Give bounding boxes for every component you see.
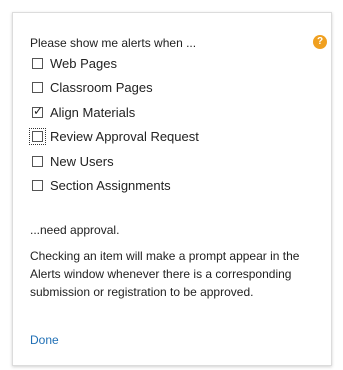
review-approval-request-checkbox[interactable] xyxy=(29,127,46,145)
done-link[interactable]: Done xyxy=(30,333,59,347)
need-approval-text: ...need approval. xyxy=(30,223,120,237)
option-label: Section Assignments xyxy=(50,177,171,193)
alerts-settings-panel: Please show me alerts when ... ? Web Pag… xyxy=(12,12,332,366)
option-align-materials[interactable]: ✓ Align Materials xyxy=(32,103,135,121)
align-materials-checkbox[interactable]: ✓ xyxy=(32,103,44,118)
option-label: Classroom Pages xyxy=(50,79,153,95)
option-label: Align Materials xyxy=(50,104,136,120)
option-section-assignments[interactable]: Section Assignments xyxy=(32,176,171,194)
option-label: New Users xyxy=(50,153,114,169)
alerts-prompt-text: Please show me alerts when ... xyxy=(30,36,197,50)
alerts-description: Checking an item will make a prompt appe… xyxy=(30,249,300,299)
option-classroom-pages[interactable]: Classroom Pages xyxy=(32,78,153,96)
checkmark-icon: ✓ xyxy=(33,103,44,118)
web-pages-checkbox[interactable] xyxy=(32,57,43,69)
question-icon[interactable]: ? xyxy=(313,35,327,49)
option-new-users[interactable]: New Users xyxy=(32,152,114,170)
classroom-pages-checkbox[interactable] xyxy=(32,81,43,93)
section-assignments-checkbox[interactable] xyxy=(32,179,43,191)
option-review-approval-request[interactable]: Review Approval Request xyxy=(29,127,199,145)
option-web-pages[interactable]: Web Pages xyxy=(32,54,117,72)
new-users-checkbox[interactable] xyxy=(32,155,43,167)
option-label: Web Pages xyxy=(50,55,117,71)
option-label: Review Approval Request xyxy=(50,128,199,144)
